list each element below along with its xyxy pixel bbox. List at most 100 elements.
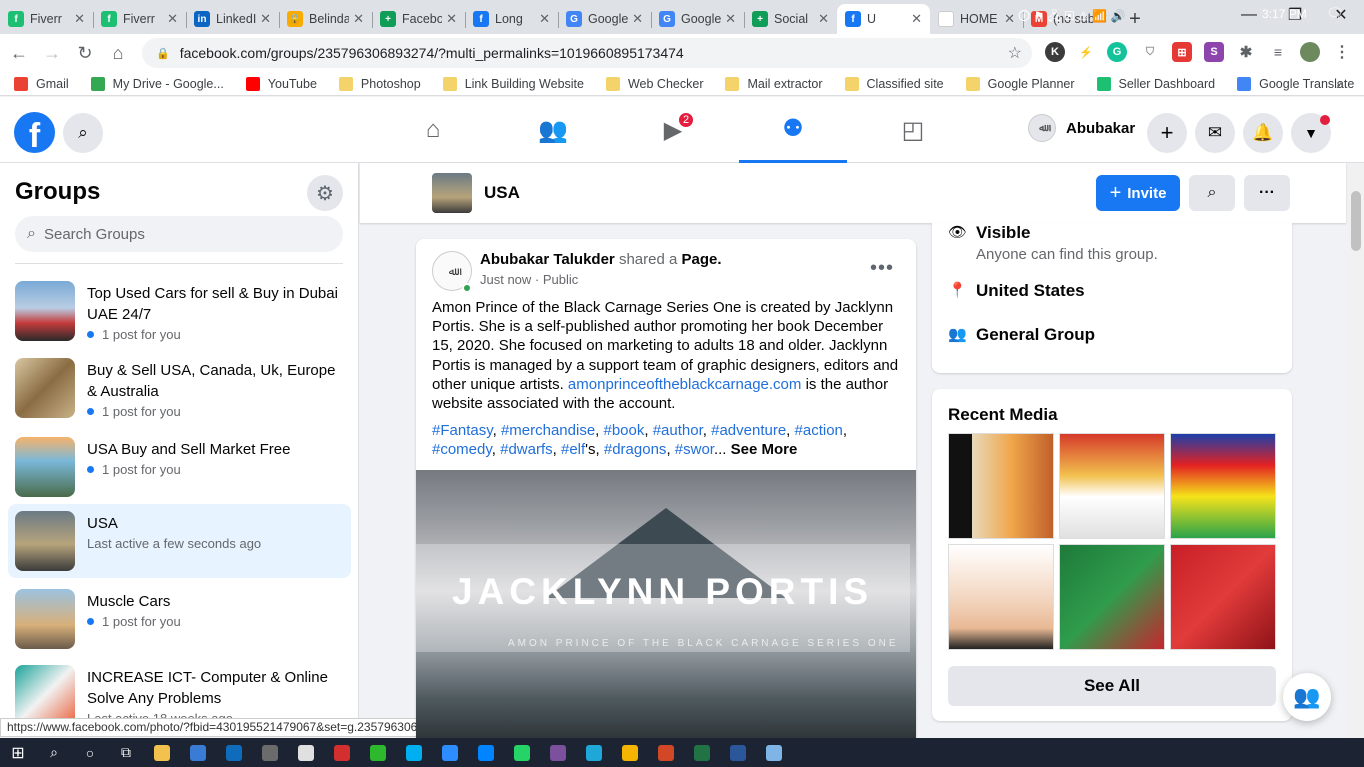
forward-icon[interactable]: → <box>38 39 66 67</box>
browser-tab[interactable]: f U ✕ <box>837 4 930 34</box>
tab-close-icon[interactable]: ✕ <box>539 11 550 27</box>
friends-nav-icon[interactable]: 👥 <box>499 97 607 163</box>
group-thumbnail[interactable] <box>432 173 472 213</box>
browser-tab[interactable]: 🔒 Belinda ✕ <box>279 4 372 34</box>
watch-nav-icon[interactable]: ▶ 2 <box>619 97 727 163</box>
extension-icon[interactable]: S <box>1204 42 1224 62</box>
tab-close-icon[interactable]: ✕ <box>632 11 643 27</box>
clock[interactable]: 3:17 PM <box>1262 7 1307 21</box>
more-bookmarks-icon[interactable]: » <box>1336 76 1344 92</box>
edge-icon[interactable] <box>576 738 612 767</box>
camtasia-icon[interactable] <box>360 738 396 767</box>
browser-tab[interactable]: f Fiverr ✕ <box>0 4 93 34</box>
browser-tab[interactable]: + Social ✕ <box>744 4 837 34</box>
grammarly-icon[interactable]: G <box>1107 42 1127 62</box>
viber-icon[interactable] <box>540 738 576 767</box>
recent-media-thumbnail[interactable] <box>948 544 1054 650</box>
hashtag-link[interactable]: #book <box>604 422 645 439</box>
author-name[interactable]: Abubakar Talukder <box>480 251 615 268</box>
hashtag-link[interactable]: #action <box>795 422 843 439</box>
scrollbar-thumb[interactable] <box>1351 191 1361 251</box>
group-list-item[interactable]: Top Used Cars for sell & Buy in Dubai UA… <box>8 274 351 349</box>
tab-close-icon[interactable]: ✕ <box>353 11 364 27</box>
recent-media-thumbnail[interactable] <box>1170 544 1276 650</box>
tray-icons[interactable]: 🛈 ⚑ 🖧 ▣ ⚠ 📶 🔊 <box>1018 7 1125 28</box>
profile-avatar-icon[interactable] <box>1300 42 1320 62</box>
hashtag-link[interactable]: #adventure <box>711 422 786 439</box>
hashtag-link[interactable]: #merchandise <box>501 422 595 439</box>
facebook-logo-icon[interactable]: f <box>14 112 55 153</box>
bookmark-item[interactable]: Web Checker <box>605 76 703 91</box>
zoom-icon[interactable] <box>432 738 468 767</box>
new-chat-icon[interactable]: 👥 <box>1283 673 1331 721</box>
menu-kebab-icon[interactable]: ⋮ <box>1332 42 1352 62</box>
see-all-button[interactable]: See All <box>948 666 1276 706</box>
group-list-item[interactable]: USA Buy and Sell Market Free 1 post for y… <box>8 430 351 504</box>
extensions-puzzle-icon[interactable]: ✱ <box>1236 42 1256 62</box>
shield-extension-icon[interactable]: ⛉ <box>1140 42 1160 62</box>
invite-button[interactable]: + Invite <box>1096 175 1180 211</box>
gaming-nav-icon[interactable]: ◰ <box>859 97 967 163</box>
tab-close-icon[interactable]: ✕ <box>911 11 922 27</box>
snipping-icon[interactable] <box>288 738 324 767</box>
group-title[interactable]: USA <box>484 183 520 203</box>
bookmark-item[interactable]: YouTube <box>245 76 317 91</box>
skype-icon[interactable] <box>396 738 432 767</box>
shared-object-link[interactable]: Page <box>681 251 717 268</box>
group-list-item[interactable]: Muscle Cars 1 post for you <box>8 582 351 656</box>
bookmark-star-icon[interactable]: ☆ <box>1008 43 1022 63</box>
hashtag-link[interactable]: #comedy <box>432 441 492 458</box>
settings-gear-icon[interactable]: ⚙ <box>307 175 343 211</box>
chrome-icon[interactable] <box>612 738 648 767</box>
browser-tab[interactable]: G Google ✕ <box>558 4 651 34</box>
recent-media-thumbnail[interactable] <box>1170 433 1276 539</box>
tab-close-icon[interactable]: ✕ <box>167 11 178 27</box>
group-list-item[interactable]: USA Last active a few seconds ago <box>8 504 351 578</box>
hashtag-link[interactable]: #elf <box>561 441 585 458</box>
tab-close-icon[interactable]: ✕ <box>260 11 271 27</box>
profile-link[interactable]: ﷲ Abubakar <box>1028 114 1135 142</box>
back-icon[interactable]: ← <box>5 39 33 67</box>
tab-close-icon[interactable]: ✕ <box>1004 11 1015 27</box>
powerpoint-icon[interactable] <box>648 738 684 767</box>
bookmark-item[interactable]: Google Planner <box>965 76 1075 91</box>
bookmark-item[interactable]: Mail extractor <box>725 76 823 91</box>
page-scrollbar[interactable] <box>1348 163 1364 738</box>
hashtag-link[interactable]: #dwarfs <box>500 441 553 458</box>
extension-icon[interactable]: K <box>1045 42 1065 62</box>
hashtag-link[interactable]: #dragons <box>604 441 667 458</box>
media-control-icon[interactable]: ≡ <box>1268 42 1288 62</box>
post-image[interactable]: JACKLYNN PORTIS AMON PRINCE OF THE BLACK… <box>416 470 916 739</box>
post-options-icon[interactable]: ••• <box>870 257 894 280</box>
hashtag-link[interactable]: #swor <box>675 441 714 458</box>
bookmark-item[interactable]: Classified site <box>844 76 944 91</box>
browser-tab[interactable]: G Google ✕ <box>651 4 744 34</box>
search-groups-input[interactable]: ⌕ Search Groups <box>15 216 343 252</box>
store-icon[interactable] <box>180 738 216 767</box>
hashtag-link[interactable]: #author <box>653 422 703 439</box>
groups-nav-icon[interactable]: ⚉ <box>739 97 847 163</box>
account-chevron-down-icon[interactable]: ▼ <box>1291 113 1331 153</box>
recent-media-thumbnail[interactable] <box>1059 544 1165 650</box>
notification-center-icon[interactable]: 🗨 <box>1326 5 1344 22</box>
hashtag-link[interactable]: #Fantasy <box>432 422 493 439</box>
tab-close-icon[interactable]: ✕ <box>446 11 457 27</box>
browser-tab[interactable]: in LinkedIn✕ <box>186 4 279 34</box>
browser-tab[interactable]: + Facebook✕ <box>372 4 465 34</box>
see-more-link[interactable]: See More <box>731 441 798 458</box>
bookmark-item[interactable]: My Drive - Google... <box>90 76 224 91</box>
taskbar-search-icon[interactable]: ⌕ <box>36 738 72 767</box>
group-search-icon[interactable]: ⌕ <box>1189 175 1235 211</box>
excel-icon[interactable] <box>684 738 720 767</box>
extension-icon[interactable]: ⊞ <box>1172 42 1192 62</box>
whatsapp-icon[interactable] <box>504 738 540 767</box>
author-website-link[interactable]: amonprinceoftheblackcarnage.com <box>568 376 801 393</box>
url-field[interactable]: 🔒 facebook.com/groups/235796306893274/?m… <box>142 38 1032 68</box>
messenger-icon[interactable]: ✉ <box>1195 113 1235 153</box>
task-view-icon[interactable]: ⧉ <box>108 738 144 767</box>
browser-tab[interactable]: f Fiverr ✕ <box>93 4 186 34</box>
home-nav-icon[interactable]: ⌂ <box>379 97 487 163</box>
bookmark-item[interactable]: Seller Dashboard <box>1096 76 1215 91</box>
more-options-icon[interactable]: ··· <box>1244 175 1290 211</box>
browser-tab[interactable]: f Long ✕ <box>465 4 558 34</box>
